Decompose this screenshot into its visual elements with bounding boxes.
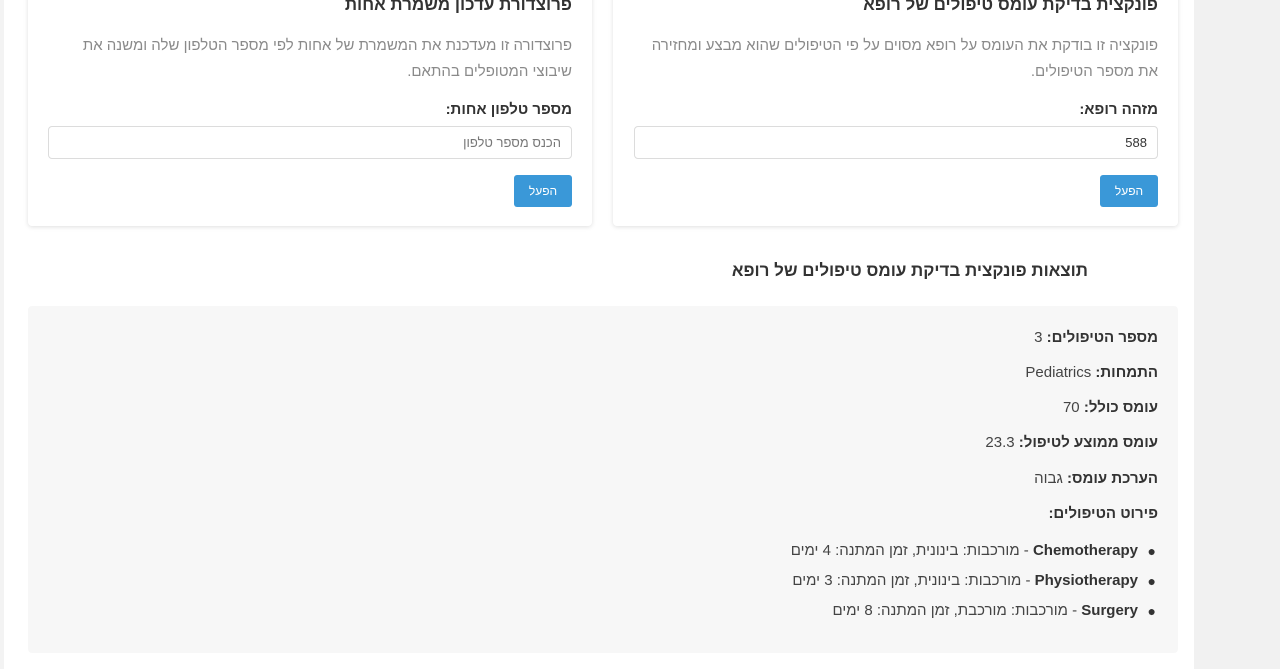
run-procedure-button[interactable]: הפעל [514, 175, 572, 207]
bullet-icon: ● [1147, 543, 1156, 559]
result-label: עומס כולל: [1083, 399, 1158, 416]
page-content: פרוצדורת עדכון משמרת אחות פרוצדורה זו מע… [4, 0, 1194, 669]
results-panel: מספר הטיפולים: 3 התמחות: Pediatrics עומס… [28, 306, 1178, 653]
treatments-list: ● Chemotherapy - מורכבות: בינונית, זמן ה… [791, 539, 1158, 629]
treatment-details: - מורכבות: בינונית, זמן המתנה: 4 ימים [790, 542, 1033, 559]
result-label: הערכת עומס: [1067, 470, 1158, 487]
page-gutter [1194, 0, 1280, 669]
result-load-assessment: הערכת עומס: גבוה [1034, 470, 1158, 487]
run-function-button[interactable]: הפעל [1100, 175, 1158, 207]
nurse-phone-label: מספר טלפון אחות: [445, 101, 572, 118]
list-item: ● Surgery - מורכבות: מורכבת, זמן המתנה: … [791, 599, 1158, 629]
nurse-phone-input[interactable] [48, 126, 572, 159]
treatment-name: Physiotherapy [1034, 572, 1138, 589]
doctor-id-label: מזהה רופא: [1079, 101, 1158, 118]
treatments-heading: פירוט הטיפולים: [1048, 505, 1158, 522]
list-item: ● Physiotherapy - מורכבות: בינונית, זמן … [791, 569, 1158, 599]
result-value: 23.3 [985, 434, 1015, 451]
result-label: מספר הטיפולים: [1046, 329, 1158, 346]
result-value: 70 [1062, 399, 1080, 416]
bullet-icon: ● [1147, 573, 1156, 589]
result-specialty: התמחות: Pediatrics [1025, 364, 1158, 381]
result-treatment-count: מספר הטיפולים: 3 [1034, 329, 1158, 346]
result-value: Pediatrics [1025, 364, 1092, 381]
result-value: 3 [1034, 329, 1043, 346]
result-value: גבוה [1034, 470, 1063, 487]
doctor-id-input[interactable] [634, 126, 1158, 159]
procedure-title: פרוצדורת עדכון משמרת אחות [344, 0, 572, 14]
procedure-description: פרוצדורה זו מעדכנת את המשמרת של אחות לפי… [82, 37, 572, 80]
result-average-load: עומס ממוצע לטיפול: 23.3 [985, 434, 1158, 451]
result-label: התמחות: [1095, 364, 1158, 381]
function-description: פונקציה זו בודקת את העומס על רופא מסוים … [651, 37, 1158, 80]
treatment-name: Chemotherapy [1032, 542, 1138, 559]
result-total-load: עומס כולל: 70 [1063, 399, 1158, 416]
treatment-details: - מורכבות: מורכבת, זמן המתנה: 8 ימים [832, 602, 1082, 619]
result-label: עומס ממוצע לטיפול: [1018, 434, 1158, 451]
function-card: פונקצית בדיקת עומס טיפולים של רופא פונקצ… [613, 0, 1178, 226]
treatment-details: - מורכבות: בינונית, זמן המתנה: 3 ימים [792, 572, 1035, 589]
treatment-name: Surgery [1081, 602, 1138, 619]
function-title: פונקצית בדיקת עומס טיפולים של רופא [863, 0, 1158, 14]
bullet-icon: ● [1147, 603, 1156, 619]
treatments-label: פירוט הטיפולים: [1048, 505, 1158, 522]
list-item: ● Chemotherapy - מורכבות: בינונית, זמן ה… [791, 539, 1158, 569]
procedure-card: פרוצדורת עדכון משמרת אחות פרוצדורה זו מע… [28, 0, 592, 226]
results-title: תוצאות פונקצית בדיקת עומס טיפולים של רופ… [731, 261, 1088, 280]
